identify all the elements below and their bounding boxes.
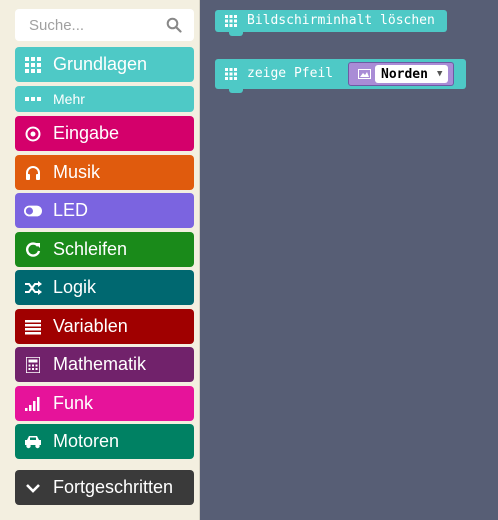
category-label: Eingabe	[53, 123, 120, 143]
category-label: Motoren	[53, 431, 120, 451]
chevron-down-icon	[24, 479, 42, 497]
headphones-icon	[24, 164, 42, 182]
block-label: zeige Pfeil	[247, 66, 334, 81]
signal-icon	[24, 395, 42, 413]
search-input[interactable]	[15, 9, 165, 41]
category-mathematik[interactable]: Mathematik	[15, 347, 194, 382]
direction-dropdown[interactable]: Norden ▼	[375, 65, 449, 83]
dropdown-arrow-icon: ▼	[436, 69, 443, 79]
category-label: Variablen	[53, 316, 128, 336]
more-dots-icon	[24, 90, 42, 108]
category-mehr[interactable]: Mehr	[15, 86, 194, 112]
car-icon	[24, 433, 42, 451]
category-label: Funk	[53, 393, 94, 413]
target-icon	[24, 125, 42, 143]
category-motoren[interactable]: Motoren	[15, 424, 194, 459]
calculator-icon	[24, 356, 42, 374]
block-label: Bildschirminhalt löschen	[247, 13, 435, 28]
shuffle-icon	[24, 279, 42, 297]
block-clear-screen[interactable]: Bildschirminhalt löschen	[215, 10, 447, 36]
toolbox: Grundlagen Mehr Eingabe Musik	[0, 0, 200, 520]
block-notch	[229, 89, 243, 93]
category-label: Mathematik	[53, 354, 147, 374]
category-musik[interactable]: Musik	[15, 155, 194, 190]
category-label: Fortgeschritten	[53, 477, 174, 497]
category-funk[interactable]: Funk	[15, 386, 194, 421]
category-schleifen[interactable]: Schleifen	[15, 232, 194, 267]
category-logik[interactable]: Logik	[15, 270, 194, 305]
category-variablen[interactable]: Variablen	[15, 309, 194, 344]
image-icon	[358, 69, 371, 79]
category-fortgeschritten[interactable]: Fortgeschritten	[15, 470, 194, 505]
block-show-arrow[interactable]: zeige Pfeil Norden ▼	[215, 59, 466, 93]
category-label: Logik	[53, 277, 97, 297]
category-label: Schleifen	[53, 239, 128, 259]
grid-icon	[225, 15, 237, 27]
category-label: Grundlagen	[53, 54, 148, 74]
category-label: Mehr	[53, 91, 85, 107]
category-label: LED	[53, 200, 89, 220]
grid-icon	[225, 68, 237, 80]
arrow-field[interactable]: Norden ▼	[348, 62, 454, 86]
toggle-icon	[24, 202, 42, 220]
refresh-icon	[24, 241, 42, 259]
category-eingabe[interactable]: Eingabe	[15, 116, 194, 151]
category-led[interactable]: LED	[15, 193, 194, 228]
category-grundlagen[interactable]: Grundlagen	[15, 47, 194, 82]
category-label: Musik	[53, 162, 101, 182]
block-notch	[229, 32, 243, 36]
list-icon	[24, 318, 42, 336]
search-icon[interactable]	[166, 17, 182, 33]
dropdown-value: Norden	[381, 66, 428, 82]
search-box[interactable]	[15, 9, 194, 41]
grid-icon	[24, 56, 42, 74]
workspace[interactable]: Bildschirminhalt löschen zeige Pfeil Nor…	[200, 0, 498, 520]
